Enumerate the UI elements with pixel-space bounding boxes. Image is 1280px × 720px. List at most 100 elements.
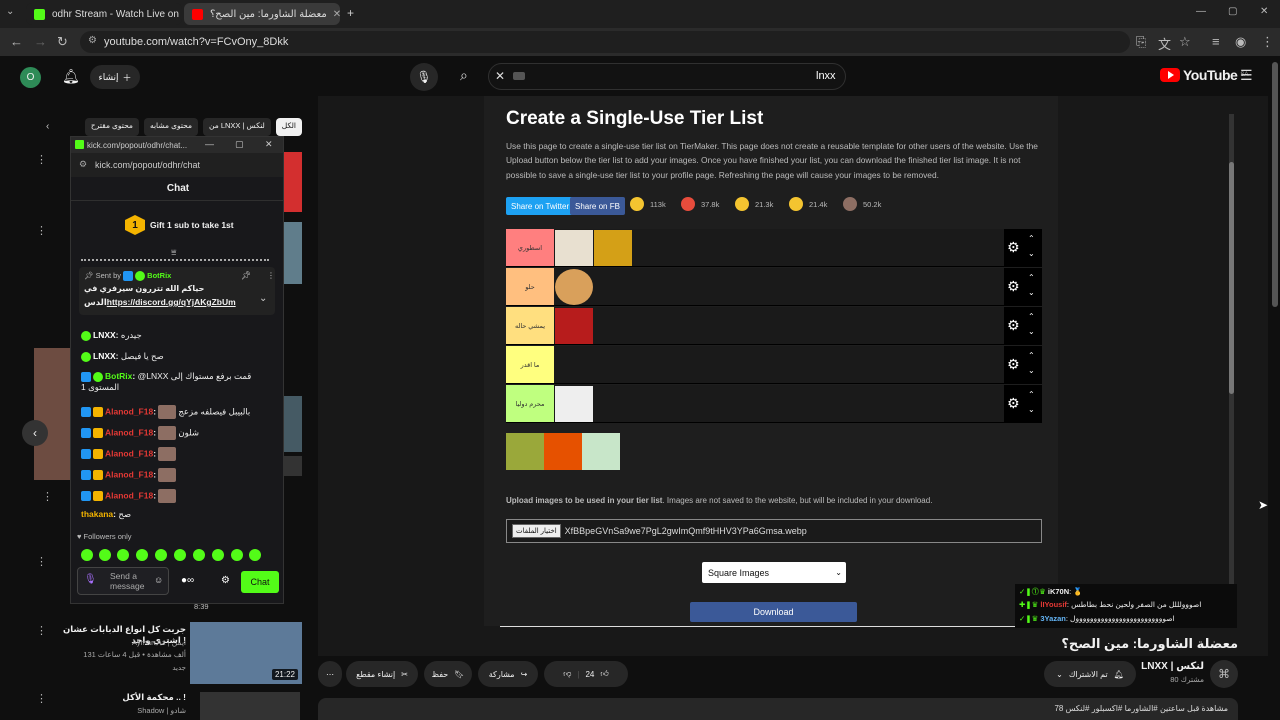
emote-quick-icon[interactable] xyxy=(136,549,148,561)
tier-label[interactable]: يمشي حاله xyxy=(506,307,554,344)
side-video-thumbnail[interactable] xyxy=(284,456,302,476)
channel-avatar[interactable]: ⌘ xyxy=(1210,660,1238,688)
emoji-picker-icon[interactable]: ☺ xyxy=(154,575,163,585)
search-input[interactable]: lnxx xyxy=(816,70,836,82)
chat-send-button[interactable]: Chat xyxy=(241,571,279,593)
unranked-item-image[interactable] xyxy=(582,433,620,470)
more-options-icon[interactable]: ⋮ xyxy=(267,271,275,280)
chat-username[interactable]: BotRix xyxy=(105,371,132,381)
more-options-icon[interactable]: ⋮ xyxy=(42,490,53,503)
like-icon[interactable]: 👍︎ xyxy=(600,669,608,679)
bookmark-star-icon[interactable]: ☆ xyxy=(1179,34,1191,50)
reaction-4[interactable]: 21.4k xyxy=(789,197,827,211)
voice-search-mic-icon[interactable]: 🎙︎ xyxy=(410,63,438,91)
chat-message-input[interactable]: 🎙︎ Send a message ☺ xyxy=(77,567,169,595)
chevron-down-icon[interactable]: ⌄ xyxy=(259,293,267,304)
new-tab-button[interactable]: + xyxy=(347,6,354,20)
chat-username[interactable]: LNXX xyxy=(93,351,116,361)
side-video-thumbnail[interactable] xyxy=(284,152,302,212)
side-video-thumbnail[interactable] xyxy=(34,348,74,480)
pinned-link[interactable]: https://discord.gg/qYjAKgZbUm xyxy=(107,297,236,307)
cast-icon[interactable]: ⎘ xyxy=(1136,34,1146,50)
tier-label[interactable]: حلو xyxy=(506,268,554,305)
site-info-icon[interactable]: ⚙ xyxy=(88,35,97,46)
emote-quick-icon[interactable] xyxy=(174,549,186,561)
unranked-item-image[interactable] xyxy=(544,433,582,470)
close-tab-icon[interactable]: ✕ xyxy=(327,9,340,20)
chat-username[interactable]: Alanod_F18 xyxy=(105,448,153,458)
points-icon[interactable]: ●∞ xyxy=(181,575,194,586)
emote-quick-icon[interactable] xyxy=(193,549,205,561)
download-button[interactable]: Download xyxy=(690,602,857,622)
gear-icon[interactable]: ⚙ xyxy=(1007,317,1020,334)
side-video-title[interactable]: محكمة الأكل .. ! xyxy=(48,692,186,703)
keyboard-icon[interactable] xyxy=(513,72,525,80)
pin-icon[interactable]: 📌︎ xyxy=(241,271,251,280)
reaction-5[interactable]: 50.2k xyxy=(843,197,881,211)
chevron-up-icon[interactable]: ⌃ xyxy=(1028,312,1035,321)
chevron-down-icon[interactable]: ⌄ xyxy=(1028,288,1035,297)
more-options-icon[interactable]: ⋮ xyxy=(36,692,47,705)
chevron-down-icon[interactable]: ⌄ xyxy=(1028,405,1035,414)
back-arrow-icon[interactable]: ← xyxy=(10,34,23,49)
reload-icon[interactable]: ↻ xyxy=(57,34,68,50)
close-window-icon[interactable]: ✕ xyxy=(265,139,273,150)
profile-icon[interactable]: ◉ xyxy=(1235,34,1246,50)
tier-item-image[interactable] xyxy=(555,269,593,305)
chevron-up-icon[interactable]: ⌃ xyxy=(1028,351,1035,360)
maximize-icon[interactable]: ▢ xyxy=(1228,6,1237,17)
subscribed-button[interactable]: ⌄ تم الاشتراك 🔔︎ xyxy=(1044,661,1136,687)
minimize-icon[interactable]: — xyxy=(205,139,214,149)
gear-icon[interactable]: ⚙ xyxy=(1007,239,1020,256)
share-button[interactable]: مشاركة ↪ xyxy=(478,661,538,687)
chip-all[interactable]: الكل xyxy=(275,118,302,136)
more-options-icon[interactable]: ⋮ xyxy=(36,153,47,166)
account-avatar[interactable]: O xyxy=(20,67,41,88)
chat-username[interactable]: Alanod_F18 xyxy=(105,490,153,500)
chat-username[interactable]: Alanod_F18 xyxy=(105,427,153,437)
chevron-up-icon[interactable]: ⌃ xyxy=(1028,273,1035,282)
chat-username[interactable]: Alanod_F18 xyxy=(105,469,153,479)
page-scrollbar[interactable] xyxy=(1272,62,1278,307)
gear-icon[interactable]: ⚙ xyxy=(1007,278,1020,295)
tier-item-image[interactable] xyxy=(555,308,593,344)
emote-quick-icon[interactable] xyxy=(99,549,111,561)
search-magnifier-icon[interactable]: ⌕ xyxy=(460,67,468,84)
chip-related[interactable]: محتوى مشابه xyxy=(143,118,198,136)
clear-search-icon[interactable]: ✕ xyxy=(495,69,505,83)
more-options-icon[interactable]: ⋮ xyxy=(36,624,47,637)
emote-quick-icon[interactable] xyxy=(212,549,224,561)
browser-menu-icon[interactable]: ⋮ xyxy=(1261,34,1274,50)
more-options-icon[interactable]: ⋮ xyxy=(36,224,47,237)
unranked-item-image[interactable] xyxy=(506,433,544,470)
file-upload-input[interactable]: اختيار الملفات XfBBpeGVnSa9we7PgL2gwImQm… xyxy=(506,519,1042,543)
chips-scroll-left-icon[interactable]: ‹ xyxy=(46,121,49,132)
tab-kick[interactable]: odhr Stream - Watch Live on Ki ✕ xyxy=(26,3,182,25)
close-window-icon[interactable]: ✕ xyxy=(1260,6,1268,17)
emote-quick-icon[interactable] xyxy=(117,549,129,561)
chevron-down-icon[interactable]: ⌄ xyxy=(1028,327,1035,336)
site-info-icon[interactable]: ⚙ xyxy=(79,159,87,170)
gift-sub-text[interactable]: Gift 1 sub to take 1st xyxy=(150,220,234,230)
side-video-thumbnail[interactable] xyxy=(200,692,300,720)
chat-username[interactable]: Alanod_F18 xyxy=(105,406,153,416)
side-video-thumbnail[interactable] xyxy=(284,396,302,452)
chat-settings-gear-icon[interactable]: ⚙ xyxy=(221,575,230,586)
tier-item-image[interactable] xyxy=(555,230,593,266)
carousel-prev-icon[interactable]: ‹ xyxy=(22,420,48,446)
share-fb-button[interactable]: Share on FB xyxy=(570,197,625,215)
emote-quick-icon[interactable] xyxy=(249,549,261,561)
tier-label[interactable]: اسطوري xyxy=(506,229,554,266)
emote-quick-icon[interactable] xyxy=(81,549,93,561)
channel-name[interactable]: LNXX | لنكس xyxy=(1130,661,1204,672)
dislike-icon[interactable]: 👎︎ xyxy=(563,669,571,679)
chevron-up-icon[interactable]: ⌃ xyxy=(1028,234,1035,243)
tier-item-image[interactable] xyxy=(555,386,593,422)
chat-username[interactable]: thakana xyxy=(81,509,113,519)
chip-recommended[interactable]: محتوى مقترح xyxy=(84,118,139,136)
gear-icon[interactable]: ⚙ xyxy=(1007,395,1020,412)
more-options-icon[interactable]: ⋮ xyxy=(36,555,47,568)
save-button[interactable]: حفظ 🔖︎ xyxy=(424,661,472,687)
gear-icon[interactable]: ⚙ xyxy=(1007,356,1020,373)
chat-username[interactable]: LNXX xyxy=(93,330,116,340)
